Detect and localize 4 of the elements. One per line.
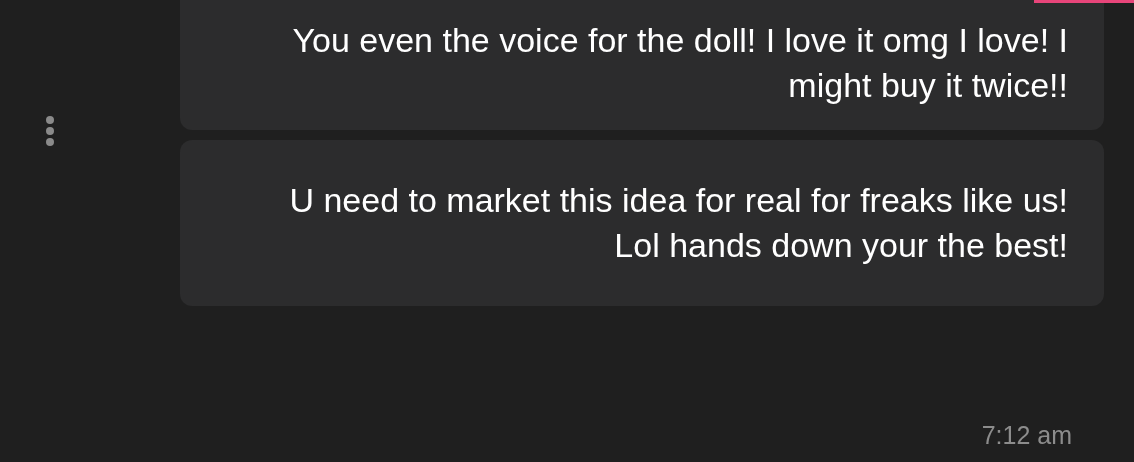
message-text: You even the voice for the doll! I love it omg I love! I might buy it twice!! [291,20,1068,106]
message-time: 7:12 am [981,420,1072,450]
message-text: U need to market this idea for real for freaks like us! Lol hands down your the best! [288,180,1068,266]
more-options-icon[interactable] [45,116,55,146]
